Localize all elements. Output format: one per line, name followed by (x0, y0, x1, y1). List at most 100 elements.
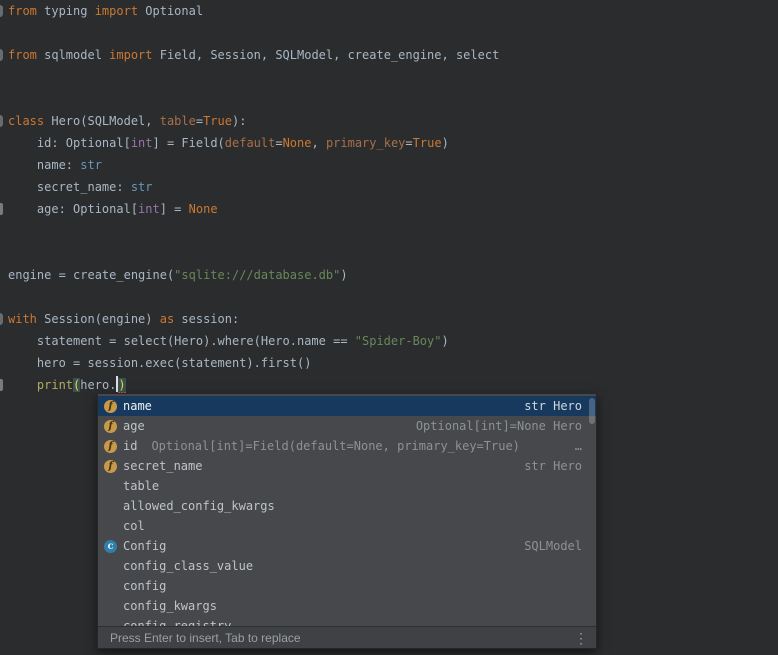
code-line[interactable]: age: Optional[int] = None (0, 198, 778, 220)
code-token: hero = session.exec(statement).first() (8, 356, 311, 370)
completion-item-allowed_config_kwargs[interactable]: allowed_config_kwargs (98, 496, 596, 516)
code-token: str (131, 180, 153, 194)
completion-item-age[interactable]: fageOptional[int]=None Hero (98, 416, 596, 436)
code-line[interactable] (0, 22, 778, 44)
code-token: ] = Field( (153, 136, 225, 150)
completion-label: age (123, 416, 145, 436)
icon-placeholder (104, 600, 117, 613)
completion-item-config_class_value[interactable]: config_class_value (98, 556, 596, 576)
code-line[interactable] (0, 220, 778, 242)
gutter-icon-fragment (0, 379, 3, 391)
icon-placeholder (104, 560, 117, 573)
completion-item-table[interactable]: table (98, 476, 596, 496)
ide-window: from typing import Optionalfrom sqlmodel… (0, 0, 778, 655)
completion-type: SQLModel (514, 536, 582, 556)
code-line[interactable]: name: str (0, 154, 778, 176)
code-token: = (196, 114, 203, 128)
code-editor[interactable]: from typing import Optionalfrom sqlmodel… (0, 0, 778, 396)
code-token: session: (174, 312, 239, 326)
completion-popup: fnamestr HerofageOptional[int]=None Hero… (97, 393, 597, 649)
code-token: , (311, 136, 325, 150)
gutter-icon-fragment (0, 49, 3, 61)
completion-label: table (123, 476, 159, 496)
code-token: from (8, 4, 37, 18)
code-token: table (160, 114, 196, 128)
completion-item-col[interactable]: col (98, 516, 596, 536)
code-token: engine = create_engine( (8, 268, 174, 282)
completion-item-secret_name[interactable]: f secret_name str Hero (98, 456, 596, 476)
completion-type: … (565, 436, 582, 456)
code-token: ) (442, 136, 449, 150)
completion-label: id (123, 436, 137, 456)
code-token: default (225, 136, 276, 150)
gutter-icon-fragment (0, 203, 3, 215)
completion-footer: Press Enter to insert, Tab to replace ⋮ (98, 626, 596, 648)
completion-item-config_registry[interactable]: config_registry (98, 616, 596, 626)
completion-item-id[interactable]: fidOptional[int]=Field(default=None, pri… (98, 436, 596, 456)
code-token: secret_name: (8, 180, 131, 194)
code-token: print (37, 378, 73, 392)
code-token: = (275, 136, 282, 150)
code-token: "Spider-Boy" (355, 334, 442, 348)
icon-placeholder (104, 520, 117, 533)
completion-label: allowed_config_kwargs (123, 496, 275, 516)
code-line[interactable]: class Hero(SQLModel, table=True): (0, 110, 778, 132)
completion-label: config_class_value (123, 556, 253, 576)
completion-label: config (123, 576, 166, 596)
code-line[interactable] (0, 242, 778, 264)
completion-item-config_kwargs[interactable]: config_kwargs (98, 596, 596, 616)
code-token: None (189, 202, 218, 216)
field-icon: f (104, 460, 117, 473)
completion-type: str Hero (514, 396, 582, 416)
completion-label: config_registry (123, 616, 231, 626)
completion-type: str Hero (514, 456, 582, 476)
code-token: import (109, 48, 152, 62)
code-token: class (8, 114, 44, 128)
code-line[interactable]: from sqlmodel import Field, Session, SQL… (0, 44, 778, 66)
code-token: from (8, 48, 37, 62)
code-line[interactable]: with Session(engine) as session: (0, 308, 778, 330)
code-line[interactable]: engine = create_engine("sqlite:///databa… (0, 264, 778, 286)
code-line[interactable]: secret_name: str (0, 176, 778, 198)
code-token: ] = (160, 202, 189, 216)
code-token: True (203, 114, 232, 128)
code-token: "sqlite:///database.db" (174, 268, 340, 282)
field-icon: f (104, 440, 117, 453)
more-options-icon[interactable]: ⋮ (574, 631, 588, 645)
gutter-icon-fragment (0, 5, 3, 17)
code-token: str (80, 158, 102, 172)
completion-label: secret_name (123, 456, 202, 476)
code-token: with (8, 312, 37, 326)
code-token: Hero(SQLModel, (44, 114, 160, 128)
completion-label: col (123, 516, 145, 536)
code-line[interactable] (0, 66, 778, 88)
icon-placeholder (104, 480, 117, 493)
code-token: sqlmodel (37, 48, 109, 62)
code-token: hero. (80, 378, 116, 392)
code-line[interactable] (0, 286, 778, 308)
code-token: name: (8, 158, 80, 172)
code-token: import (95, 4, 138, 18)
popup-scrollbar-thumb[interactable] (589, 398, 595, 424)
code-token: Session(engine) (37, 312, 160, 326)
code-line[interactable] (0, 88, 778, 110)
code-token: Optional (138, 4, 203, 18)
code-token: = (405, 136, 412, 150)
code-line[interactable]: hero = session.exec(statement).first() (0, 352, 778, 374)
icon-placeholder (104, 580, 117, 593)
code-token: None (283, 136, 312, 150)
icon-placeholder (104, 500, 117, 513)
completion-type: Optional[int]=None Hero (406, 416, 582, 436)
completion-label: Config (123, 536, 166, 556)
code-token: int (131, 136, 153, 150)
completion-hint: Press Enter to insert, Tab to replace (110, 631, 301, 645)
code-line[interactable]: id: Optional[int] = Field(default=None, … (0, 132, 778, 154)
completion-item-name[interactable]: fnamestr Hero (98, 396, 596, 416)
code-token: ) (118, 378, 125, 394)
completion-item-config[interactable]: config (98, 576, 596, 596)
code-line[interactable]: statement = select(Hero).where(Hero.name… (0, 330, 778, 352)
code-line[interactable]: from typing import Optional (0, 0, 778, 22)
completion-list: fnamestr HerofageOptional[int]=None Hero… (98, 394, 596, 626)
completion-item-Config[interactable]: cConfigSQLModel (98, 536, 596, 556)
gutter-icon-fragment (0, 313, 3, 325)
